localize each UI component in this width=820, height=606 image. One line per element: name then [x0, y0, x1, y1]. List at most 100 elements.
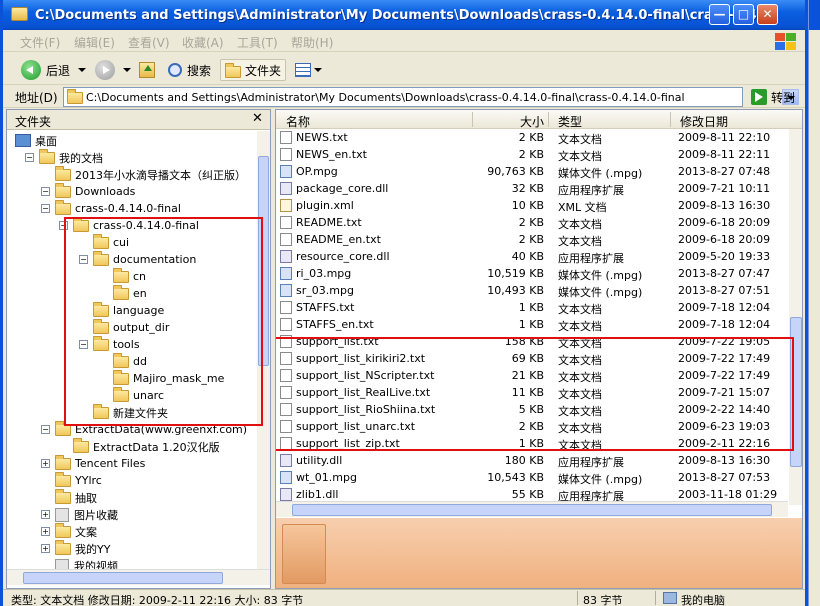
- go-arrow-icon[interactable]: [751, 89, 767, 105]
- tree-node[interactable]: + Tencent Files: [41, 454, 145, 472]
- file-row[interactable]: NEWS.txt 2 KB 文本文档 2009-8-11 22:10: [276, 129, 788, 146]
- file-row[interactable]: wt_01.mpg 10,543 KB 媒体文件 (.mpg) 2013-8-27 0…: [276, 469, 788, 486]
- tree-node[interactable]: + 我的YY: [41, 539, 111, 557]
- dll-file-icon: [280, 454, 292, 467]
- file-row[interactable]: OP.mpg 90,763 KB 媒体文件 (.mpg) 2013-8-27 07:4…: [276, 163, 788, 180]
- mpg-file-icon: [280, 284, 292, 297]
- tree-node[interactable]: ExtractData 1.20汉化版: [59, 437, 220, 455]
- column-type[interactable]: 类型: [558, 113, 582, 130]
- file-type: XML 文档: [558, 201, 607, 214]
- expand-icon[interactable]: +: [41, 459, 50, 468]
- folder-icon: [282, 524, 326, 584]
- tree-node-label: 我的YY: [75, 542, 111, 556]
- column-divider[interactable]: [548, 112, 549, 127]
- folder-icon: [55, 471, 71, 487]
- collapse-icon[interactable]: −: [41, 204, 50, 213]
- folder-icon: [67, 89, 83, 104]
- file-size: 55 KB: [511, 488, 544, 501]
- chevron-down-icon[interactable]: [78, 68, 87, 72]
- file-row[interactable]: utility.dll 180 KB 应用程序扩展 2009-8-13 16:30: [276, 452, 788, 469]
- file-name: sr_03.mpg: [296, 284, 354, 297]
- tree-node[interactable]: − 我的文档: [25, 148, 103, 166]
- menu-view[interactable]: 查看(V): [128, 34, 170, 51]
- dll-file-icon: [280, 182, 292, 195]
- file-type: 媒体文件 (.mpg): [558, 269, 643, 282]
- file-name: NEWS_en.txt: [296, 148, 367, 161]
- file-modified: 2009-8-13 16:30: [678, 199, 771, 212]
- tree-node[interactable]: 桌面: [15, 132, 57, 149]
- tree-node[interactable]: 抽取: [41, 488, 97, 506]
- chevron-down-icon[interactable]: [314, 68, 322, 72]
- folder-watermark: [276, 518, 802, 588]
- file-name: wt_01.mpg: [296, 471, 357, 484]
- tree-node[interactable]: YYlrc: [41, 471, 102, 489]
- tree-node-label: 文案: [75, 525, 97, 539]
- expand-icon[interactable]: +: [41, 510, 50, 519]
- collapse-icon[interactable]: −: [41, 425, 50, 434]
- column-name[interactable]: 名称: [286, 113, 310, 130]
- file-size: 40 KB: [511, 250, 544, 263]
- txt-file-icon: [280, 233, 292, 246]
- views-icon: [295, 63, 311, 77]
- up-folder-button[interactable]: [139, 59, 155, 81]
- file-size: 10,543 KB: [487, 471, 544, 484]
- menu-help[interactable]: 帮助(H): [291, 34, 333, 51]
- file-list-hscrollbar[interactable]: [276, 501, 788, 517]
- tree-node[interactable]: − Downloads: [41, 182, 136, 200]
- file-modified: 2009-6-18 20:09: [678, 233, 771, 246]
- tree-node[interactable]: − crass-0.4.14.0-final: [41, 199, 181, 217]
- address-path: C:\Documents and Settings\Administrator\…: [86, 91, 685, 104]
- folder-icon: [225, 62, 241, 78]
- folder-tree-hscrollbar[interactable]: [7, 569, 270, 585]
- maximize-button[interactable]: □: [733, 4, 754, 25]
- menu-favorites[interactable]: 收藏(A): [182, 34, 224, 51]
- file-row[interactable]: sr_03.mpg 10,493 KB 媒体文件 (.mpg) 2013-8-27 0…: [276, 282, 788, 299]
- status-bar: 类型: 文本文档 修改日期: 2009-2-11 22:16 大小: 83 字节…: [3, 589, 805, 606]
- file-row[interactable]: ri_03.mpg 10,519 KB 媒体文件 (.mpg) 2013-8-27 0…: [276, 265, 788, 282]
- column-modified[interactable]: 修改日期: [680, 113, 728, 130]
- file-row[interactable]: README_en.txt 2 KB 文本文档 2009-6-18 20:09: [276, 231, 788, 248]
- forward-button[interactable]: [95, 59, 131, 81]
- address-input[interactable]: C:\Documents and Settings\Administrator\…: [63, 87, 799, 107]
- menu-tools[interactable]: 工具(T): [237, 34, 278, 51]
- tree-node[interactable]: 2013年小水滴导播文本（纠正版）: [41, 165, 246, 183]
- collapse-icon[interactable]: −: [41, 187, 50, 196]
- tree-node[interactable]: 我的视频: [41, 557, 118, 569]
- title-bar[interactable]: C:\Documents and Settings\Administrator\…: [3, 0, 805, 30]
- file-row[interactable]: resource_core.dll 40 KB 应用程序扩展 2009-5-20 19…: [276, 248, 788, 265]
- scrollbar-thumb[interactable]: [23, 572, 223, 584]
- folders-button[interactable]: 文件夹: [220, 59, 287, 81]
- expand-icon[interactable]: +: [41, 527, 50, 536]
- tree-node[interactable]: + 图片收藏: [41, 506, 118, 523]
- folders-pane-header: 文件夹 ✕: [7, 110, 270, 130]
- file-row[interactable]: STAFFS.txt 1 KB 文本文档 2009-7-18 12:04: [276, 299, 788, 316]
- file-row[interactable]: README.txt 2 KB 文本文档 2009-6-18 20:09: [276, 214, 788, 231]
- tree-node[interactable]: + 文案: [41, 522, 97, 540]
- file-row[interactable]: package_core.dll 32 KB 应用程序扩展 2009-7-21 10:…: [276, 180, 788, 197]
- expand-icon[interactable]: +: [41, 544, 50, 553]
- close-button[interactable]: ✕: [757, 4, 778, 25]
- chevron-down-icon[interactable]: [123, 68, 131, 72]
- folders-pane: 文件夹 ✕ 桌面 − 我的文档 2013年小水滴导播文本（纠正版） − Downloads…: [6, 109, 271, 589]
- file-name: utility.dll: [296, 454, 343, 467]
- minimize-button[interactable]: —: [709, 4, 730, 25]
- collapse-icon[interactable]: −: [25, 153, 34, 162]
- file-type: 文本文档: [558, 320, 602, 333]
- menu-edit[interactable]: 编辑(E): [74, 34, 115, 51]
- file-row[interactable]: STAFFS_en.txt 1 KB 文本文档 2009-7-18 12:04: [276, 316, 788, 333]
- column-divider[interactable]: [670, 112, 671, 127]
- menu-file[interactable]: 文件(F): [20, 34, 60, 51]
- folder-icon: [55, 488, 71, 504]
- search-button[interactable]: 搜索: [168, 59, 211, 81]
- back-button[interactable]: 后退: [21, 59, 87, 81]
- file-row[interactable]: plugin.xml 10 KB XML 文档 2009-8-13 16:30: [276, 197, 788, 214]
- column-divider[interactable]: [472, 112, 473, 127]
- column-size[interactable]: 大小: [520, 113, 544, 130]
- go-button[interactable]: 转到: [771, 89, 795, 106]
- scrollbar-thumb[interactable]: [292, 504, 772, 516]
- tree-node-label: Downloads: [75, 185, 136, 198]
- views-button[interactable]: [295, 59, 322, 81]
- file-row[interactable]: NEWS_en.txt 2 KB 文本文档 2009-8-11 22:11: [276, 146, 788, 163]
- close-icon[interactable]: ✕: [252, 111, 263, 126]
- dll-file-icon: [280, 488, 292, 501]
